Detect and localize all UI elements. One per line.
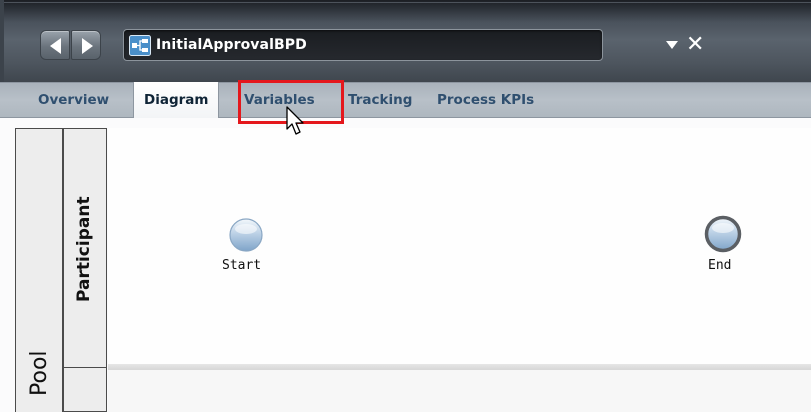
forward-arrow-icon xyxy=(82,38,93,54)
back-button[interactable] xyxy=(40,30,70,60)
lane-label: Participant xyxy=(74,196,94,302)
back-arrow-icon xyxy=(50,38,61,54)
tab-overview[interactable]: Overview xyxy=(38,92,109,108)
tab-diagram[interactable]: Diagram xyxy=(133,82,220,119)
start-event-label: Start xyxy=(222,258,262,273)
header-highlight xyxy=(0,2,811,3)
pool-label: Pool xyxy=(27,350,52,396)
end-event-label: End xyxy=(708,258,732,273)
editor-tab-strip: Overview Diagram Variables Tracking Proc… xyxy=(0,82,811,119)
mouse-pointer-icon xyxy=(286,106,304,135)
start-event-icon[interactable] xyxy=(227,216,265,254)
editor-header: InitialApprovalBPD ✕ xyxy=(0,0,811,412)
tab-tracking[interactable]: Tracking xyxy=(348,92,412,108)
end-event-icon[interactable] xyxy=(703,214,743,254)
tab-process-kpis[interactable]: Process KPIs xyxy=(437,92,534,108)
dropdown-arrow-icon[interactable] xyxy=(666,41,678,49)
second-lane-area[interactable] xyxy=(108,370,811,412)
document-title: InitialApprovalBPD xyxy=(156,37,307,53)
close-icon[interactable]: ✕ xyxy=(686,32,704,58)
forward-button[interactable] xyxy=(71,30,101,60)
lane-header-next[interactable] xyxy=(63,368,107,412)
document-selector[interactable]: InitialApprovalBPD ✕ xyxy=(123,29,704,61)
bpd-diagram-icon xyxy=(129,35,151,56)
